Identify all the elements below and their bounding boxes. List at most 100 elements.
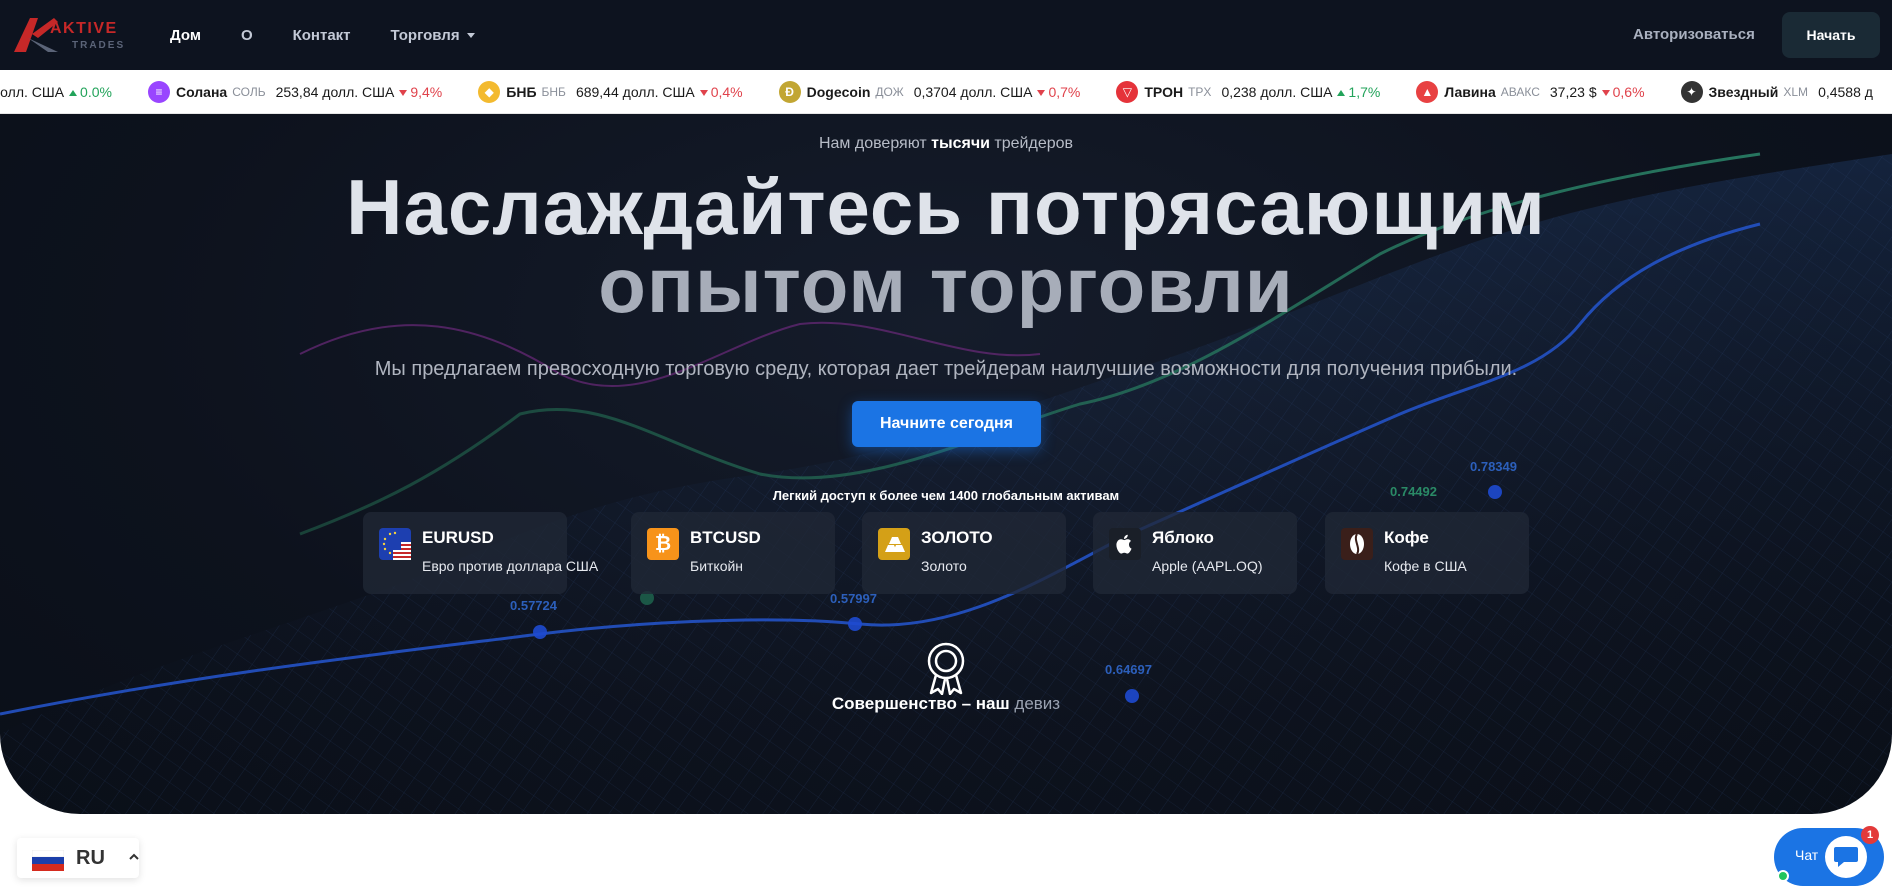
ticker-item[interactable]: Ð Dogecoin ДОЖ 0,3704 долл. США 0,7%: [778, 81, 1080, 103]
asset-title: BTCUSD: [690, 528, 761, 547]
chart-label: 0.64697: [1105, 662, 1152, 677]
nav-link-trading[interactable]: Торговля: [391, 27, 475, 44]
hero-section: 0.78349 0.74492 0.64697 0.57724 0.57997 …: [0, 114, 1892, 814]
ticker-name: Лавина: [1444, 84, 1496, 100]
nav-link-contact[interactable]: Контакт: [293, 27, 351, 44]
asset-card-gold[interactable]: ЗОЛОТО Золото: [862, 512, 1066, 594]
russia-flag-icon: [32, 850, 64, 871]
ticker-symbol: БНБ: [541, 85, 566, 99]
ticker-price: 689,44 долл. США: [575, 84, 695, 100]
logo-text-bottom: TRADES: [72, 40, 126, 51]
trusted-text: Нам доверяют тысячи трейдеров: [0, 135, 1892, 153]
chevron-up-icon: [129, 853, 139, 860]
dogecoin-icon: Ð: [778, 81, 801, 103]
chat-bubble-icon: [1825, 836, 1867, 878]
ticker-change: 0.0%: [69, 84, 112, 100]
asset-subtitle: Золото: [921, 558, 967, 574]
ticker-change-value: 0,4%: [710, 84, 743, 100]
ticker-item[interactable]: ◆ БНБ БНБ 689,44 долл. США 0,4%: [478, 81, 743, 103]
ticker-price: 253,84 долл. США: [275, 84, 395, 100]
avalanche-icon: ▲: [1416, 81, 1439, 103]
ticker-symbol: TPX: [1188, 85, 1212, 99]
trusted-bold: тысячи: [931, 135, 990, 152]
chevron-down-icon: [466, 32, 475, 38]
ticker-item[interactable]: ✦ Звездный XLM 0,4588 д: [1680, 81, 1878, 103]
ticker-symbol: ДОЖ: [875, 85, 904, 99]
language-switcher[interactable]: RU: [17, 838, 139, 878]
ticker-change: 0,7%: [1037, 84, 1080, 100]
solana-icon: ≡: [147, 81, 170, 103]
arrow-down-icon: [699, 90, 708, 97]
nav-links: Дом О Контакт Торговля: [170, 0, 515, 70]
ticker-change-value: 0,6%: [1612, 84, 1645, 100]
language-code: RU: [76, 847, 105, 869]
hero-subtext: Мы предлагаем превосходную торговую сред…: [374, 358, 1518, 380]
logo[interactable]: AKTIVE TRADES: [14, 18, 134, 54]
ticker-change-value: 9,4%: [410, 84, 443, 100]
trusted-prefix: Нам доверяют: [818, 135, 932, 152]
assets-access-text: Легкий доступ к более чем 1400 глобальны…: [772, 488, 1120, 503]
gold-bars-icon: [878, 528, 910, 560]
ticker-price: 0,3704 долл. США: [913, 84, 1033, 100]
ticker-name: БНБ: [506, 84, 537, 100]
hero-headline: Наслаждайтесь потрясающим опытом торговл…: [0, 168, 1892, 324]
asset-subtitle: Apple (AAPL.OQ): [1152, 558, 1263, 574]
start-today-button[interactable]: Начните сегодня: [852, 401, 1041, 447]
motto-text: Совершенство – наш девиз: [0, 694, 1892, 714]
headline-line-2: опытом торговли: [598, 241, 1294, 329]
chart-label: 0.78349: [1470, 459, 1517, 474]
ticker-change: 0,6%: [1601, 84, 1645, 100]
ticker-name: ТРОН: [1144, 84, 1184, 100]
ticker-change: 0,4%: [699, 84, 743, 100]
chat-label: Чат: [1795, 847, 1819, 863]
nav-link-trading-label: Торговля: [390, 26, 460, 44]
asset-title: Кофе: [1384, 528, 1429, 547]
stellar-icon: ✦: [1680, 81, 1703, 103]
arrow-up-icon: [1337, 90, 1346, 97]
bitcoin-icon: ₿: [647, 528, 679, 560]
ticker-item[interactable]: долл. США 0.0%: [0, 84, 112, 100]
chat-notification-badge: 1: [1861, 826, 1879, 844]
ticker-name: Солана: [175, 84, 228, 100]
asset-card-eurusd[interactable]: EURUSD Евро против доллара США: [363, 512, 598, 594]
ticker-change-value: 0,7%: [1048, 84, 1081, 100]
arrow-up-icon: [69, 90, 78, 97]
ticker-change-value: 1,7%: [1348, 84, 1381, 100]
asset-title: EURUSD: [422, 528, 494, 547]
ticker-name: Звездный: [1708, 84, 1779, 100]
bnb-icon: ◆: [478, 81, 501, 103]
asset-card-btcusd[interactable]: ₿ BTCUSD Биткойн: [631, 512, 835, 594]
arrow-down-icon: [1037, 90, 1046, 97]
nav-link-about[interactable]: О: [241, 27, 253, 44]
apple-icon: [1109, 528, 1141, 560]
motto-main: Совершенство – наш: [831, 694, 1015, 713]
ticker-item[interactable]: ▽ ТРОН TPX 0,238 долл. США 1,7%: [1116, 81, 1380, 103]
nav-link-home[interactable]: Дом: [170, 27, 201, 44]
logo-text-top: AKTIVE: [50, 20, 118, 37]
login-link[interactable]: Авторизоваться: [1633, 26, 1755, 43]
asset-subtitle: Кофе в США: [1384, 558, 1467, 574]
ticker-change: 1,7%: [1337, 84, 1380, 100]
navbar: AKTIVE TRADES Дом О Контакт Торговля Авт…: [0, 0, 1892, 70]
asset-card-coffee[interactable]: Кофе Кофе в США: [1325, 512, 1529, 594]
tron-icon: ▽: [1116, 81, 1139, 103]
asset-subtitle: Евро против доллара США: [422, 558, 599, 574]
award-ribbon-icon: [927, 642, 965, 695]
start-button[interactable]: Начать: [1782, 12, 1880, 58]
asset-title: Яблоко: [1152, 528, 1214, 547]
trusted-suffix: трейдеров: [989, 135, 1074, 152]
ticker-change: 9,4%: [399, 84, 442, 100]
ticker-item[interactable]: ▲ Лавина АВАКС 37,23 $ 0,6%: [1416, 81, 1645, 103]
arrow-down-icon: [1601, 90, 1610, 97]
asset-subtitle: Биткойн: [690, 558, 744, 574]
ticker-symbol: XLM: [1783, 85, 1809, 99]
eu-us-flag-icon: [379, 528, 411, 560]
ticker-change-value: 0.0%: [80, 84, 112, 100]
motto-accent: девиз: [1014, 694, 1061, 713]
ticker-track: долл. США 0.0% ≡ Солана СОЛЬ 253,84 долл. США…: [0, 70, 1892, 113]
ticker-price: 0,238 долл. США: [1221, 84, 1333, 100]
ticker-price: 0,4588 д: [1818, 84, 1873, 100]
asset-card-apple[interactable]: Яблоко Apple (AAPL.OQ): [1093, 512, 1297, 594]
ticker-price: 37,23 $: [1549, 84, 1597, 100]
ticker-item[interactable]: ≡ Солана СОЛЬ 253,84 долл. США 9,4%: [147, 81, 442, 103]
